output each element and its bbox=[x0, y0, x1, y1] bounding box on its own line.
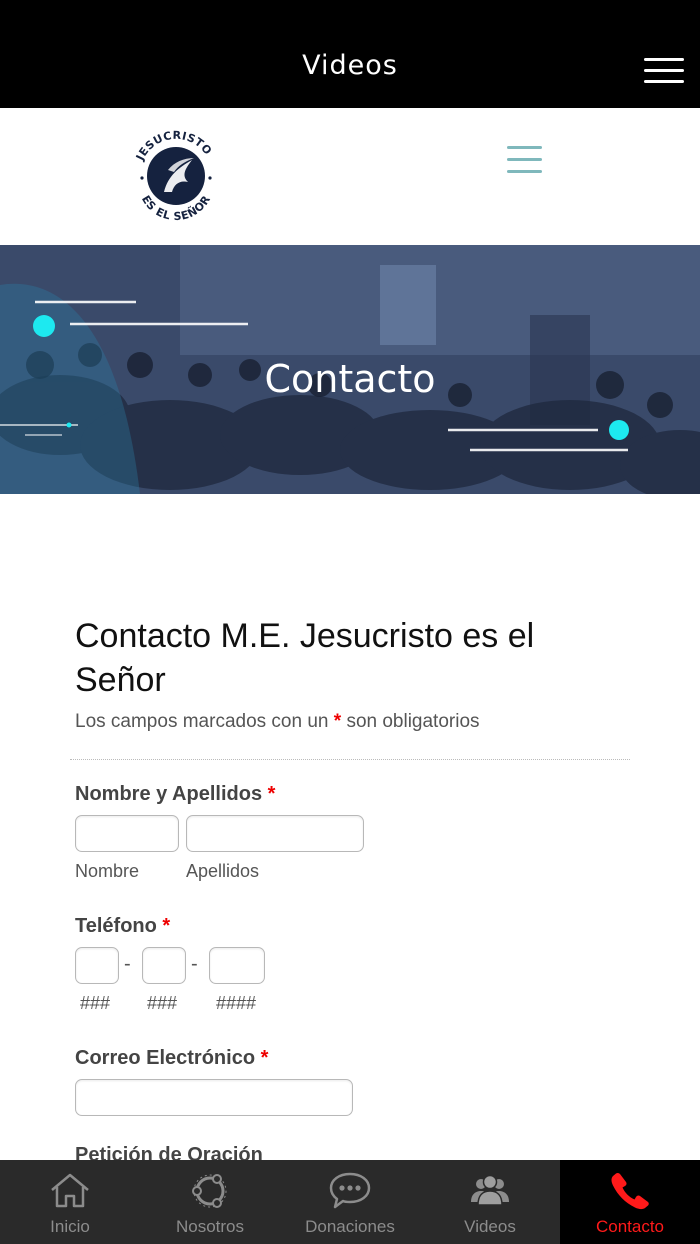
chat-bubble-icon bbox=[329, 1172, 371, 1209]
required-asterisk: * bbox=[162, 915, 171, 937]
prayer-field-label: Petición de Oración bbox=[75, 1144, 263, 1160]
tab-label: Videos bbox=[464, 1217, 516, 1236]
phone-separator: - bbox=[191, 953, 198, 975]
bottom-tab-bar: Inicio Nosotros Donaciones Videos Contac… bbox=[0, 1160, 700, 1244]
tab-label: Donaciones bbox=[305, 1217, 395, 1236]
app-bar: Videos bbox=[0, 0, 700, 108]
tab-label: Inicio bbox=[50, 1217, 90, 1236]
hero-title: Contacto bbox=[264, 357, 436, 401]
form-title: Contacto M.E. Jesucristo es el Señor bbox=[75, 617, 535, 699]
phone-separator: - bbox=[124, 953, 131, 975]
email-label-text: Correo Electrónico bbox=[75, 1047, 256, 1069]
tab-donaciones[interactable]: Donaciones bbox=[280, 1160, 420, 1244]
phone-label-text: Teléfono bbox=[75, 915, 157, 937]
name-label-text: Nombre y Apellidos bbox=[75, 783, 263, 805]
tab-label: Nosotros bbox=[175, 1217, 245, 1236]
home-icon bbox=[51, 1173, 89, 1208]
contact-form: Contacto M.E. Jesucristo es el Señor Los… bbox=[0, 494, 700, 1160]
tab-nosotros[interactable]: Nosotros bbox=[140, 1160, 280, 1244]
phone-area-input[interactable] bbox=[75, 947, 119, 984]
group-people-icon bbox=[471, 1174, 509, 1206]
site-logo[interactable]: JESUCRISTO ES EL SEÑOR bbox=[128, 126, 224, 222]
email-input[interactable] bbox=[75, 1079, 353, 1116]
tab-inicio[interactable]: Inicio bbox=[0, 1160, 140, 1244]
name-field-label: Nombre y Apellidos * bbox=[75, 783, 275, 806]
form-subtitle-before: Los campos marcados con un bbox=[75, 711, 329, 732]
site-menu-icon[interactable] bbox=[507, 146, 543, 174]
email-field-label: Correo Electrónico * bbox=[75, 1047, 268, 1070]
form-subtitle: Los campos marcados con un * son obligat… bbox=[75, 711, 480, 733]
form-subtitle-after: son obligatorios bbox=[346, 711, 480, 732]
form-divider bbox=[70, 759, 630, 760]
phone-icon bbox=[611, 1172, 649, 1210]
phone-prefix-input[interactable] bbox=[142, 947, 186, 984]
phone-prefix-sublabel: ### bbox=[147, 993, 178, 1013]
last-name-input[interactable] bbox=[186, 815, 364, 852]
site-header: JESUCRISTO ES EL SEÑOR bbox=[0, 108, 700, 245]
app-title: Videos bbox=[302, 50, 398, 81]
tab-videos[interactable]: Videos bbox=[420, 1160, 560, 1244]
hamburger-menu-icon[interactable] bbox=[644, 58, 684, 84]
tab-contacto[interactable]: Contacto bbox=[560, 1160, 700, 1244]
phone-line-input[interactable] bbox=[209, 947, 265, 984]
first-name-input[interactable] bbox=[75, 815, 179, 852]
required-asterisk: * bbox=[260, 1047, 269, 1069]
phone-line-sublabel: #### bbox=[216, 993, 257, 1013]
last-name-sublabel: Apellidos bbox=[186, 861, 260, 881]
ubuntu-circle-icon bbox=[192, 1174, 227, 1208]
required-asterisk: * bbox=[267, 783, 276, 805]
tab-label: Contacto bbox=[595, 1217, 665, 1236]
phone-area-sublabel: ### bbox=[80, 993, 111, 1013]
first-name-sublabel: Nombre bbox=[75, 861, 140, 881]
required-asterisk: * bbox=[333, 711, 342, 732]
phone-field-label: Teléfono * bbox=[75, 915, 170, 938]
hero-banner: Contacto bbox=[0, 245, 700, 494]
